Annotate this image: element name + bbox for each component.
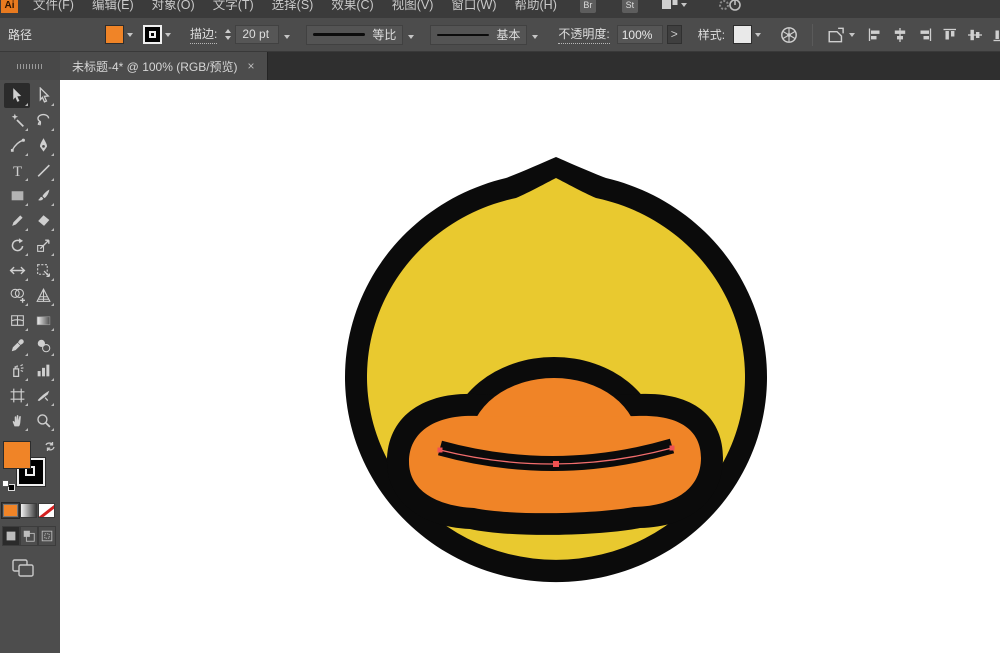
fill-color-swatch[interactable] [105, 25, 124, 44]
swap-fill-stroke-icon[interactable] [44, 441, 56, 452]
width-profile-preview [313, 33, 365, 36]
horizontal-align-center-icon[interactable] [892, 27, 908, 43]
opacity-expand-button[interactable]: > [667, 25, 682, 44]
curvature-tool[interactable] [4, 133, 30, 158]
document-tab-title: 未标题-4* @ 100% (RGB/预览) [72, 58, 238, 75]
menu-item-9[interactable]: 帮助(H) [506, 0, 566, 14]
menu-item-8[interactable]: 窗口(W) [442, 0, 505, 14]
rectangle-tool[interactable] [4, 183, 30, 208]
opacity-input[interactable] [617, 25, 663, 44]
vertical-align-bottom-icon[interactable] [992, 27, 1000, 43]
none-button[interactable] [38, 503, 55, 518]
anchor-point-left[interactable] [438, 448, 443, 453]
default-fill-stroke-icon[interactable] [2, 480, 15, 491]
fill-swatch[interactable] [3, 441, 31, 469]
style-swatch[interactable] [733, 25, 752, 44]
brush-definition-select[interactable]: 基本 [430, 25, 527, 45]
menu-item-4[interactable]: 文字(T) [204, 0, 263, 14]
screen-mode-button[interactable] [8, 556, 38, 580]
menu-item-6[interactable]: 效果(C) [322, 0, 382, 14]
document-tab[interactable]: 未标题-4* @ 100% (RGB/预览) × [60, 52, 268, 80]
stroke-weight-stepper[interactable] [225, 29, 231, 40]
magic-wand-tool[interactable] [4, 108, 30, 133]
brush-definition-dropdown-icon[interactable] [532, 28, 538, 42]
draw-inside-button[interactable] [38, 526, 56, 546]
document-tab-bar: 未标题-4* @ 100% (RGB/预览) × [60, 52, 1000, 80]
mesh-tool[interactable] [4, 308, 30, 333]
vertical-align-center-icon[interactable] [967, 27, 983, 43]
line-segment-tool[interactable] [30, 158, 56, 183]
artboard-canvas[interactable] [60, 80, 1000, 653]
artboard-tool[interactable] [4, 383, 30, 408]
width-tool[interactable] [4, 258, 30, 283]
eraser-tool[interactable] [30, 208, 56, 233]
zoom-tool[interactable] [30, 408, 56, 433]
shape-builder-tool[interactable] [4, 283, 30, 308]
app-logo: Ai [1, 0, 18, 13]
scale-tool[interactable] [30, 233, 56, 258]
width-profile-dropdown-icon[interactable] [408, 28, 414, 42]
column-graph-tool[interactable] [30, 358, 56, 383]
menu-bar: Ai 文件(F)编辑(E)对象(O)文字(T)选择(S)效果(C)视图(V)窗口… [0, 0, 1000, 18]
control-bar: 路径 描边: 20 pt 等比 基本 不透明度: > 样式: [0, 18, 1000, 52]
anchor-point-middle[interactable] [553, 461, 559, 467]
vertical-align-top-icon[interactable] [942, 27, 958, 43]
selection-tool[interactable] [4, 83, 30, 108]
symbol-sprayer-tool[interactable] [4, 358, 30, 383]
pencil-tool[interactable] [4, 208, 30, 233]
menu-item-2[interactable]: 编辑(E) [83, 0, 143, 14]
width-profile-value: 等比 [372, 26, 396, 43]
stroke-color-dropdown[interactable] [143, 25, 171, 44]
stock-button[interactable]: St [622, 0, 638, 13]
duck-artwork [60, 80, 1000, 653]
tab-close-icon[interactable]: × [248, 59, 255, 73]
gradient-tool[interactable] [30, 308, 56, 333]
horizontal-align-right-icon[interactable] [917, 27, 933, 43]
transform-options-icon[interactable] [827, 26, 855, 44]
hand-tool[interactable] [4, 408, 30, 433]
pen-tool[interactable] [30, 133, 56, 158]
style-label: 样式: [698, 26, 725, 43]
recolor-artwork-icon[interactable] [780, 26, 798, 44]
workspace-switcher-icon[interactable] [662, 0, 687, 11]
stroke-color-swatch[interactable] [143, 25, 162, 44]
bridge-button[interactable]: Br [580, 0, 596, 13]
stroke-weight-dropdown-icon[interactable] [284, 28, 290, 42]
stroke-panel-link[interactable]: 描边: [190, 25, 217, 44]
fill-stroke-control [2, 441, 58, 497]
gradient-button[interactable] [20, 503, 37, 518]
sync-settings-icon[interactable] [718, 0, 744, 12]
fill-color-dropdown[interactable] [105, 25, 133, 44]
eyedropper-tool[interactable] [4, 333, 30, 358]
rotate-tool[interactable] [4, 233, 30, 258]
brush-definition-value: 基本 [496, 26, 520, 43]
type-tool[interactable]: T [4, 158, 30, 183]
width-profile-select[interactable]: 等比 [306, 25, 403, 45]
context-label: 路径 [8, 26, 32, 43]
anchor-point-right[interactable] [670, 446, 675, 451]
menu-item-1[interactable]: 文件(F) [24, 0, 83, 14]
draw-normal-button[interactable] [2, 526, 20, 546]
stroke-weight-value[interactable]: 20 pt [235, 25, 279, 44]
horizontal-align-left-icon[interactable] [867, 27, 883, 43]
tools-panel: T [0, 52, 60, 653]
slice-tool[interactable] [30, 383, 56, 408]
direct-selection-tool[interactable] [30, 83, 56, 108]
svg-text:T: T [12, 164, 21, 179]
opacity-panel-link[interactable]: 不透明度: [558, 25, 609, 44]
lasso-tool[interactable] [30, 108, 56, 133]
menu-item-5[interactable]: 选择(S) [263, 0, 323, 14]
blend-tool[interactable] [30, 333, 56, 358]
draw-behind-button[interactable] [20, 526, 38, 546]
menu-item-3[interactable]: 对象(O) [143, 0, 204, 14]
tools-panel-grip[interactable] [0, 52, 60, 80]
menu-item-7[interactable]: 视图(V) [383, 0, 443, 14]
brush-definition-preview [437, 34, 489, 36]
style-dropdown[interactable] [733, 25, 761, 44]
perspective-grid-tool[interactable] [30, 283, 56, 308]
free-transform-tool[interactable] [30, 258, 56, 283]
color-button[interactable] [2, 503, 19, 518]
paintbrush-tool[interactable] [30, 183, 56, 208]
